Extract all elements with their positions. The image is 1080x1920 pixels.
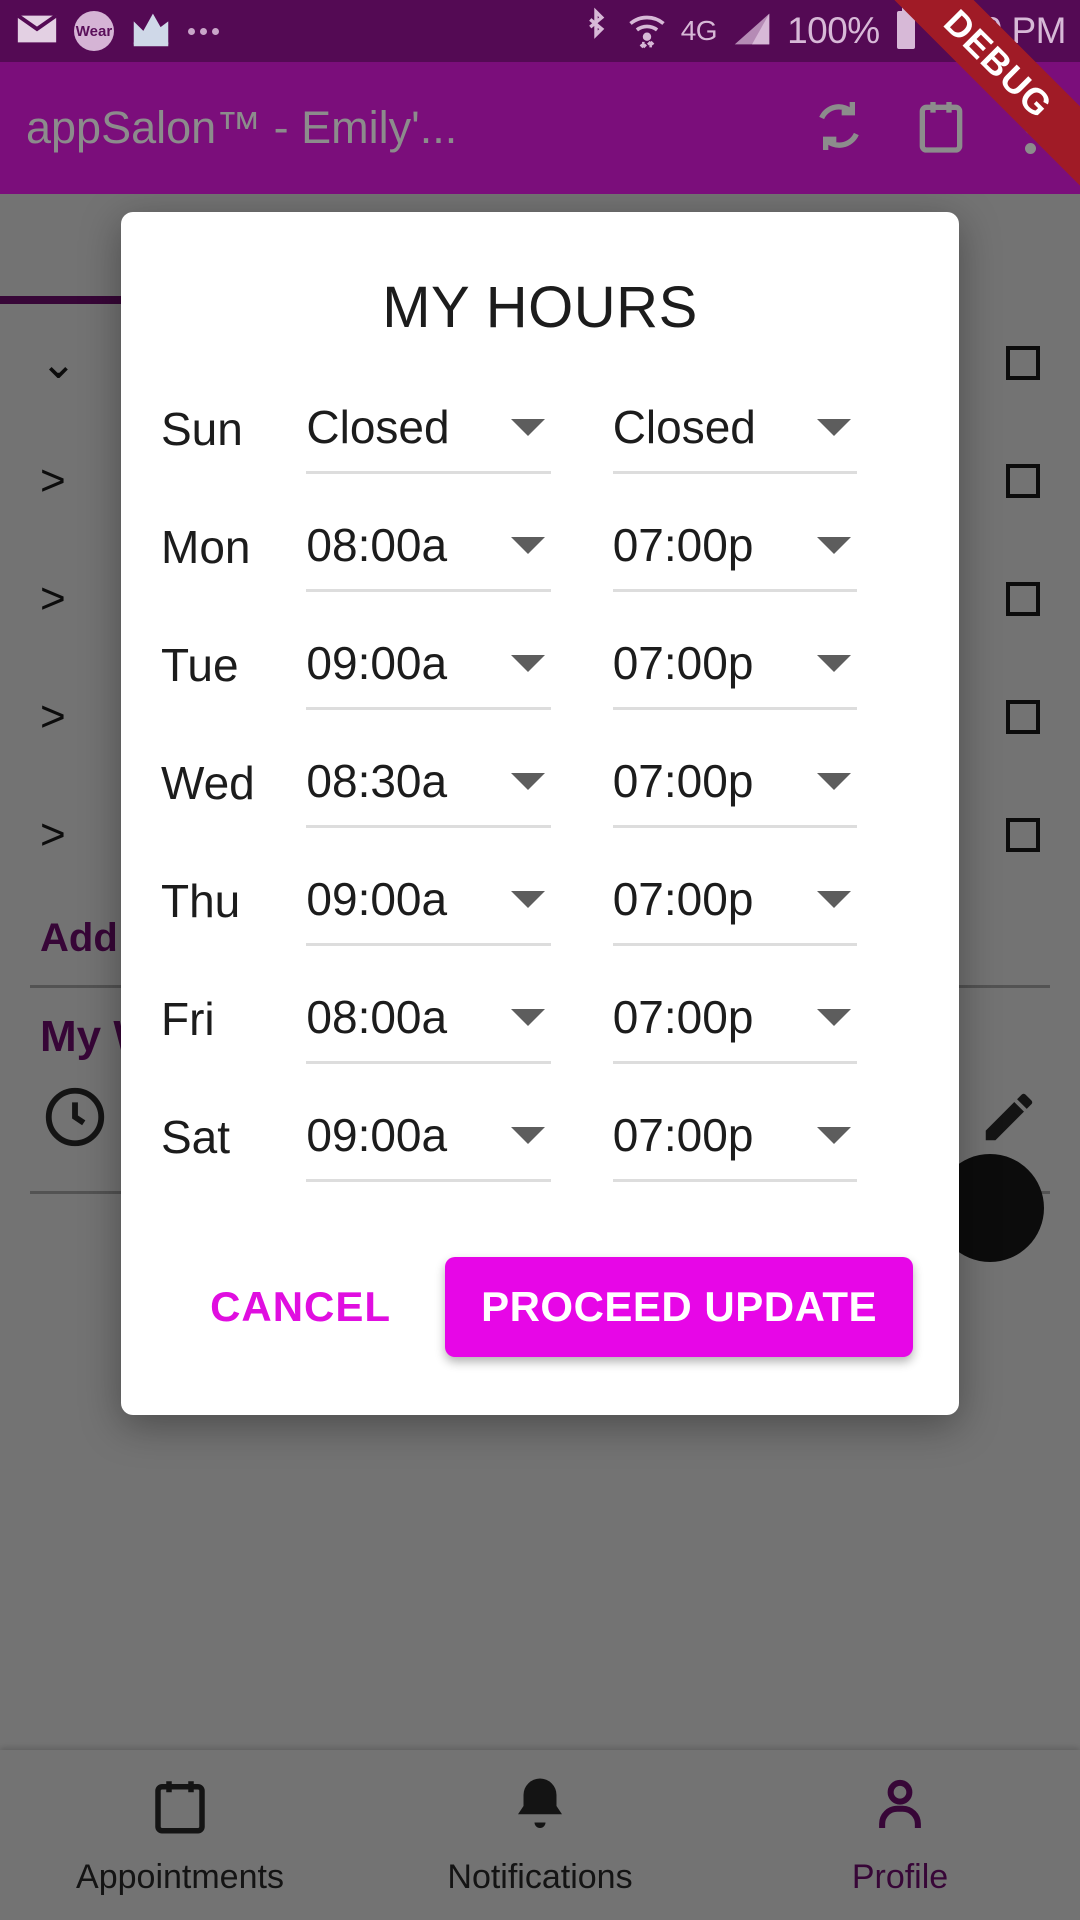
open-time-dropdown[interactable]: Closed: [306, 397, 551, 474]
hours-table: Sun Closed Closed Mon 08:00a 07:00p Tue …: [121, 361, 959, 1257]
close-time-value: Closed: [612, 401, 756, 453]
mail-icon: [14, 6, 60, 57]
activity-icon: [128, 6, 174, 57]
table-row: Sun Closed Closed: [161, 397, 919, 515]
bluetooth-icon: [579, 6, 613, 57]
table-row: Wed 08:30a 07:00p: [161, 751, 919, 869]
open-time-dropdown[interactable]: 08:00a: [306, 987, 551, 1064]
open-time-dropdown[interactable]: 08:00a: [306, 515, 551, 592]
day-label: Tue: [161, 639, 239, 691]
chevron-down-icon: [817, 536, 851, 554]
chevron-down-icon: [510, 654, 545, 672]
open-time-dropdown[interactable]: 09:00a: [306, 869, 551, 946]
close-time-dropdown[interactable]: 07:00p: [612, 1105, 857, 1182]
my-hours-dialog: MY HOURS Sun Closed Closed Mon 08:00a 07…: [121, 212, 959, 1415]
network-type-label: 4G: [680, 15, 718, 46]
cancel-button[interactable]: CANCEL: [200, 1265, 401, 1349]
close-time-dropdown[interactable]: 07:00p: [612, 751, 857, 828]
open-time-value: Closed: [306, 401, 450, 453]
day-label: Fri: [161, 993, 215, 1045]
chevron-down-icon: [510, 890, 545, 908]
table-row: Sat 09:00a 07:00p: [161, 1105, 919, 1223]
close-time-value: 07:00p: [612, 519, 754, 571]
open-time-value: 08:00a: [306, 519, 448, 571]
close-time-value: 07:00p: [612, 755, 754, 807]
chevron-down-icon: [510, 772, 545, 790]
chevron-down-icon: [817, 654, 851, 672]
close-time-value: 07:00p: [612, 1109, 754, 1161]
day-label: Sun: [161, 403, 243, 455]
table-row: Thu 09:00a 07:00p: [161, 869, 919, 987]
sync-icon[interactable]: [807, 94, 871, 163]
more-dots-icon: [188, 27, 219, 35]
battery-percent-label: 100%: [787, 10, 880, 51]
open-time-value: 09:00a: [306, 873, 448, 925]
close-time-dropdown[interactable]: 07:00p: [612, 633, 857, 710]
wifi-icon: [625, 6, 669, 57]
table-row: Tue 09:00a 07:00p: [161, 633, 919, 751]
day-label: Thu: [161, 875, 241, 927]
chevron-down-icon: [510, 418, 545, 436]
dialog-title: MY HOURS: [382, 275, 698, 340]
close-time-dropdown[interactable]: 07:00p: [612, 515, 857, 592]
phone-screen: SERVICES PERSONAL ⌄ > > > > Add My W: [0, 0, 1080, 1920]
chevron-down-icon: [817, 1008, 851, 1026]
chevron-down-icon: [817, 772, 851, 790]
app-bar: appSalon™ - Emily'...: [0, 62, 1080, 194]
open-time-dropdown[interactable]: 09:00a: [306, 633, 551, 710]
open-time-value: 08:30a: [306, 755, 448, 807]
calendar-icon[interactable]: [909, 94, 973, 163]
open-time-value: 08:00a: [306, 991, 448, 1043]
day-label: Wed: [161, 757, 255, 809]
close-time-value: 07:00p: [612, 637, 754, 689]
chevron-down-icon: [817, 890, 851, 908]
open-time-value: 09:00a: [306, 637, 448, 689]
close-time-dropdown[interactable]: 07:00p: [612, 987, 857, 1064]
chevron-down-icon: [510, 1126, 545, 1144]
close-time-value: 07:00p: [612, 873, 754, 925]
open-time-dropdown[interactable]: 09:00a: [306, 1105, 551, 1182]
chevron-down-icon: [510, 536, 545, 554]
open-time-dropdown[interactable]: 08:30a: [306, 751, 551, 828]
table-row: Mon 08:00a 07:00p: [161, 515, 919, 633]
table-row: Fri 08:00a 07:00p: [161, 987, 919, 1105]
chevron-down-icon: [510, 1008, 545, 1026]
close-time-dropdown[interactable]: 07:00p: [612, 869, 857, 946]
close-time-dropdown[interactable]: Closed: [612, 397, 857, 474]
chevron-down-icon: [817, 418, 851, 436]
close-time-value: 07:00p: [612, 991, 754, 1043]
day-label: Sat: [161, 1111, 231, 1163]
proceed-update-button[interactable]: PROCEED UPDATE: [445, 1257, 913, 1357]
page-title: appSalon™ - Emily'...: [26, 102, 458, 153]
chevron-down-icon: [817, 1126, 851, 1144]
signal-bars-icon: [729, 6, 775, 57]
wear-badge-icon: Wear: [74, 11, 114, 51]
day-label: Mon: [161, 521, 251, 573]
dialog-actions: CANCEL PROCEED UPDATE: [121, 1257, 959, 1415]
open-time-value: 09:00a: [306, 1109, 448, 1161]
